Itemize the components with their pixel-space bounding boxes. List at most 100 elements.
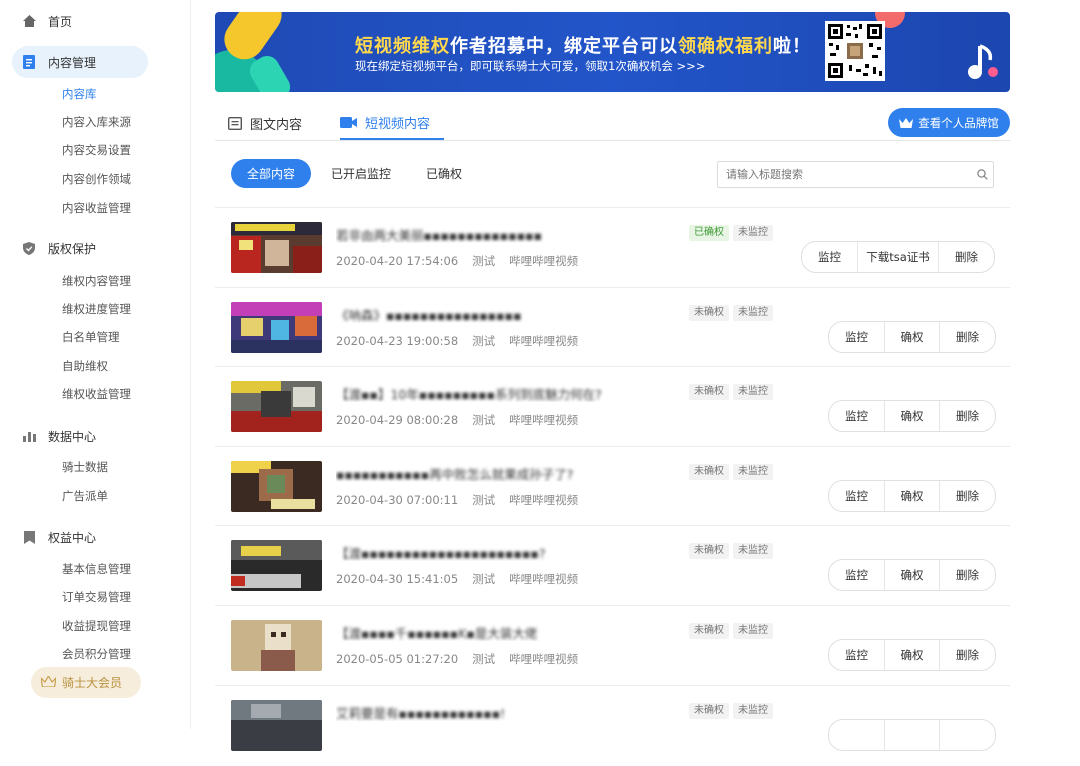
monitor-button[interactable]: 监控 — [829, 560, 885, 590]
delete-button[interactable]: 删除 — [940, 560, 995, 590]
nav-data-center[interactable]: 数据中心 — [12, 420, 148, 452]
sidebar-item-self-service[interactable]: 自助维权 — [62, 357, 108, 375]
video-thumbnail[interactable] — [231, 381, 322, 432]
sidebar-item-content-library[interactable]: 内容库 — [62, 85, 97, 103]
tab-article[interactable]: 图文内容 — [228, 106, 302, 140]
sidebar-item-content-source[interactable]: 内容入库来源 — [62, 113, 131, 131]
video-title[interactable]: 【渡▪▪▪▪▪▪▪▪▪▪▪▪▪▪▪▪▪▪▪▪▪? — [336, 543, 676, 561]
home-icon — [22, 14, 36, 28]
shield-icon — [22, 241, 36, 255]
video-meta: 2020-04-30 07:00:11 测试 哔哩哔哩视频 — [336, 492, 578, 508]
status-badge: 未监控 — [733, 464, 773, 480]
filter-all-content[interactable]: 全部内容 — [231, 159, 311, 188]
sidebar-item-points[interactable]: 会员积分管理 — [62, 645, 131, 663]
confirm-rights-button[interactable]: 确权 — [885, 560, 940, 590]
monitor-button[interactable]: 监控 — [829, 640, 885, 670]
sidebar-item-order-trade[interactable]: 订单交易管理 — [62, 588, 131, 606]
video-platform: 哔哩哔哩视频 — [509, 334, 579, 348]
nav-home[interactable]: 首页 — [12, 5, 148, 37]
filter-monitoring[interactable]: 已开启监控 — [331, 159, 391, 188]
video-title[interactable]: 【渡▪▪】10年▪▪▪▪▪▪▪▪▪系列到底魅力何在? — [336, 384, 676, 402]
delete-button[interactable]: 删除 — [939, 242, 994, 272]
monitor-button[interactable]: 监控 — [802, 242, 858, 272]
sidebar-item-rights-content[interactable]: 维权内容管理 — [62, 272, 131, 290]
sidebar-item-rights-progress[interactable]: 维权进度管理 — [62, 300, 131, 318]
row-actions: 监控 确权 删除 — [828, 321, 996, 353]
status-badge: 未确权 — [689, 305, 729, 321]
filter-confirmed[interactable]: 已确权 — [426, 159, 462, 188]
video-meta: 2020-04-29 08:00:28 测试 哔哩哔哩视频 — [336, 412, 578, 428]
delete-button[interactable]: 删除 — [940, 401, 995, 431]
video-meta: 2020-04-20 17:54:06 测试 哔哩哔哩视频 — [336, 253, 578, 269]
video-thumbnail[interactable] — [231, 620, 322, 671]
video-title[interactable]: 《呐森》▪▪▪▪▪▪▪▪▪▪▪▪▪▪▪▪ — [336, 305, 676, 323]
video-thumbnail[interactable] — [231, 222, 322, 273]
delete-button[interactable]: 删除 — [940, 322, 995, 352]
row-actions: 监控 下载tsa证书 删除 — [801, 241, 995, 273]
sidebar-item-basic-info[interactable]: 基本信息管理 — [62, 560, 131, 578]
video-thumbnail[interactable] — [231, 461, 322, 512]
monitor-button[interactable]: 监控 — [829, 322, 885, 352]
confirm-rights-button[interactable] — [885, 720, 940, 750]
video-tags: 未确权 未监控 — [689, 305, 777, 321]
sidebar-item-withdraw[interactable]: 收益提现管理 — [62, 617, 131, 635]
confirm-rights-button[interactable]: 确权 — [885, 322, 940, 352]
nav-copyright-label: 版权保护 — [48, 241, 97, 256]
video-owner: 测试 — [472, 334, 496, 348]
nav-copyright-protection[interactable]: 版权保护 — [12, 232, 148, 264]
monitor-button[interactable]: 监控 — [829, 481, 885, 511]
monitor-button[interactable]: 监控 — [829, 401, 885, 431]
status-badge: 未监控 — [733, 305, 773, 321]
monitor-button[interactable] — [829, 720, 885, 750]
video-tags: 未确权 未监控 — [689, 703, 777, 719]
video-thumbnail[interactable] — [231, 700, 322, 751]
video-title[interactable]: 【渡▪▪▪▪千▪▪▪▪▪▪K▪是大装大佬 — [336, 623, 676, 641]
search-icon[interactable] — [971, 169, 993, 180]
view-brand-hall-label: 查看个人品牌馆 — [918, 115, 999, 130]
qr-code — [825, 21, 885, 81]
row-actions: 监控 确权 删除 — [828, 639, 996, 671]
video-thumbnail[interactable] — [231, 302, 322, 353]
sidebar-item-content-revenue[interactable]: 内容收益管理 — [62, 199, 131, 217]
sidebar-item-content-trade[interactable]: 内容交易设置 — [62, 141, 131, 159]
delete-button[interactable]: 删除 — [940, 481, 995, 511]
sidebar: 首页 内容管理 内容库 内容入库来源 内容交易设置 内容创作领域 内容收益管理 … — [0, 0, 191, 729]
search-input[interactable] — [724, 162, 971, 187]
video-thumbnail[interactable] — [231, 540, 322, 591]
table-row: 【渡▪▪▪▪千▪▪▪▪▪▪K▪是大装大佬 2020-05-05 01:27:20… — [215, 605, 1010, 686]
sidebar-item-rights-revenue[interactable]: 维权收益管理 — [62, 385, 131, 403]
sidebar-item-content-domain[interactable]: 内容创作领域 — [62, 170, 131, 188]
video-title[interactable]: 若非由两大美丽▪▪▪▪▪▪▪▪▪▪▪▪▪▪ — [336, 225, 676, 243]
video-title[interactable]: ▪▪▪▪▪▪▪▪▪▪▪再中败怎么就果成孙子了? — [336, 464, 676, 482]
download-tsa-button[interactable]: 下载tsa证书 — [858, 242, 939, 272]
vip-member-button[interactable]: 骑士大会员 — [31, 667, 141, 698]
banner-title-highlight: 领确权福利 — [678, 36, 773, 57]
crown-icon — [40, 674, 57, 690]
status-badge: 未确权 — [689, 543, 729, 559]
table-row: 若非由两大美丽▪▪▪▪▪▪▪▪▪▪▪▪▪▪ 2020-04-20 17:54:0… — [215, 207, 1010, 288]
tab-article-label: 图文内容 — [250, 117, 303, 133]
confirm-rights-button[interactable]: 确权 — [885, 401, 940, 431]
delete-button[interactable] — [940, 720, 995, 750]
tab-short-video[interactable]: 短视频内容 — [340, 106, 445, 140]
view-brand-hall-button[interactable]: 查看个人品牌馆 — [888, 108, 1010, 137]
delete-button[interactable]: 删除 — [940, 640, 995, 670]
sidebar-item-ad-dispatch[interactable]: 广告派单 — [62, 487, 108, 505]
sidebar-item-knight-data[interactable]: 骑士数据 — [62, 458, 108, 476]
row-actions — [828, 719, 996, 751]
search-box — [717, 161, 994, 188]
nav-content-management[interactable]: 内容管理 — [12, 46, 148, 78]
video-title[interactable]: 艾莉要是有▪▪▪▪▪▪▪▪▪▪▪▪! — [336, 703, 676, 721]
video-meta: 2020-04-30 15:41:05 测试 哔哩哔哩视频 — [336, 571, 578, 587]
promo-banner[interactable]: 短视频维权作者招募中，绑定平台可以领确权福利啦！ 现在绑定短视频平台，即可联系骑… — [215, 12, 1010, 92]
video-platform: 哔哩哔哩视频 — [509, 493, 579, 507]
table-row: 艾莉要是有▪▪▪▪▪▪▪▪▪▪▪▪! 未确权 未监控 — [215, 685, 1010, 766]
nav-home-label: 首页 — [48, 14, 73, 29]
sidebar-item-whitelist[interactable]: 白名单管理 — [62, 328, 120, 346]
video-camera-icon — [340, 116, 357, 128]
video-title-text: 《呐森》▪▪▪▪▪▪▪▪▪▪▪▪▪▪▪▪ — [336, 308, 522, 323]
document-icon — [22, 55, 36, 69]
nav-rights-center[interactable]: 权益中心 — [12, 521, 148, 553]
confirm-rights-button[interactable]: 确权 — [885, 481, 940, 511]
confirm-rights-button[interactable]: 确权 — [885, 640, 940, 670]
